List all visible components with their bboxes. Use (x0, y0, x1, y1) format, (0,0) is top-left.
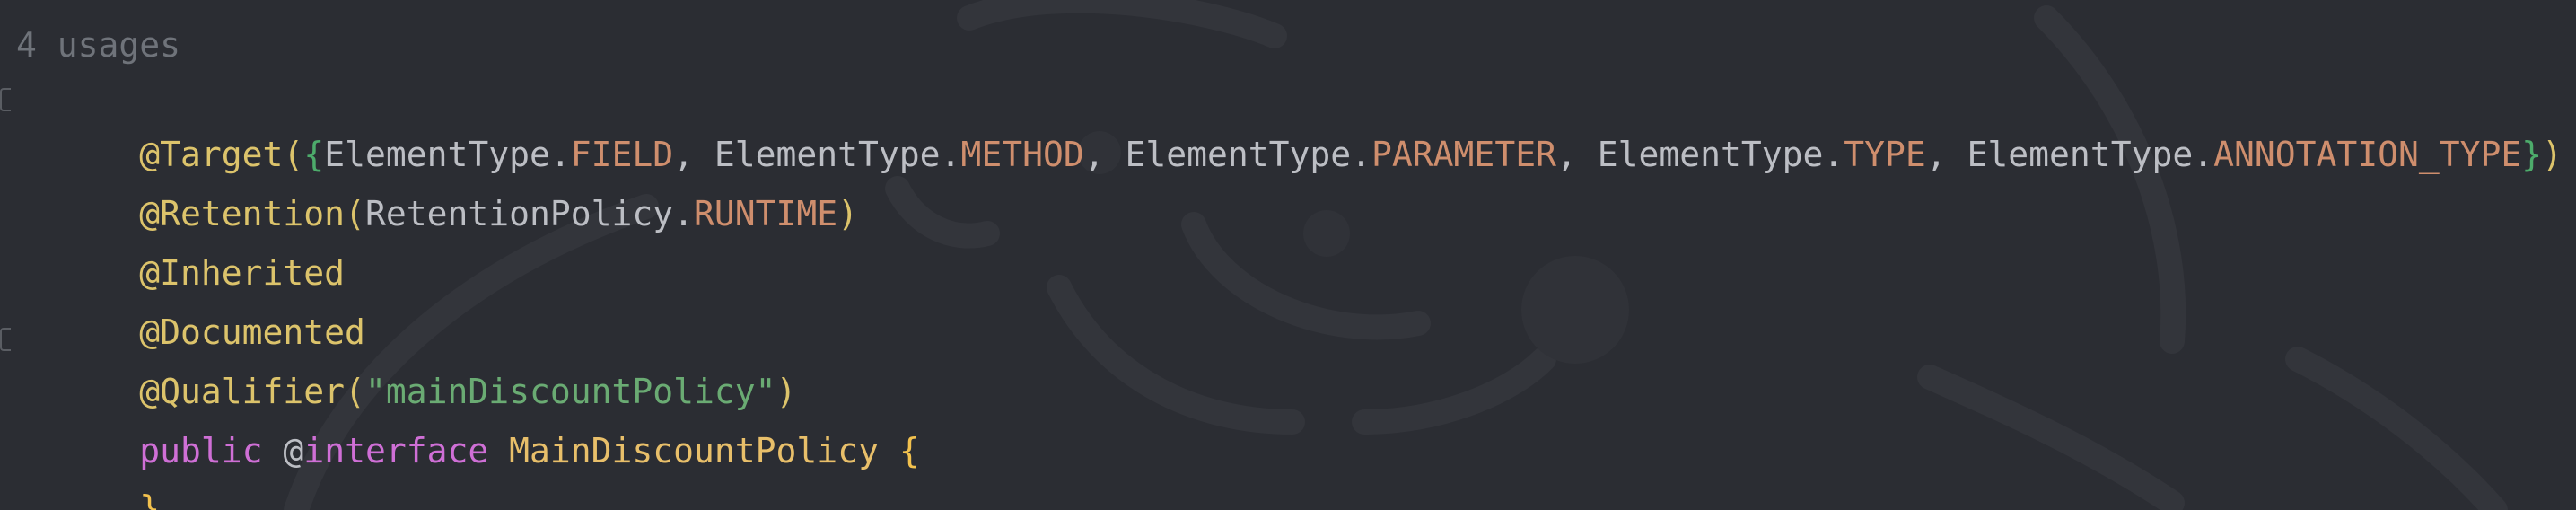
separator: , (1555, 135, 1598, 174)
separator: , (1083, 135, 1126, 174)
type-ref: ElementType. (1125, 135, 1372, 174)
code-line-qualifier: @Qualifier("mainDiscountPolicy") (16, 316, 796, 411)
code-line-declaration: public @interface MainDiscountPolicy { (16, 375, 919, 470)
enum-constant: TYPE (1844, 135, 1926, 174)
fold-marker[interactable] (0, 88, 11, 111)
at-sign: @ (283, 431, 304, 470)
enum-constant: METHOD (960, 135, 1084, 174)
enum-constant: PARAMETER (1371, 135, 1556, 174)
enum-constant: ANNOTATION_TYPE (2213, 135, 2522, 174)
fold-marker[interactable] (0, 328, 11, 351)
type-ref: ElementType. (1967, 135, 2214, 174)
enum-constant: RUNTIME (694, 194, 838, 233)
keyword-interface: interface (303, 431, 489, 470)
code-line-close: } (16, 433, 160, 510)
class-name[interactable]: MainDiscountPolicy (509, 431, 879, 470)
code-line-target: @Target({ElementType.FIELD, ElementType.… (16, 79, 2563, 174)
separator: , (1925, 135, 1967, 174)
code-editor[interactable]: 4 usages @Target({ElementType.FIELD, Ele… (0, 0, 2576, 510)
open-brace: { (898, 431, 920, 470)
code-line-retention: @Retention(RetentionPolicy.RUNTIME) (16, 138, 858, 233)
close-paren: ) (837, 194, 859, 233)
code-line-documented: @Documented (16, 257, 365, 352)
code-line-inherited: @Inherited (16, 198, 345, 293)
type-ref: ElementType. (1597, 135, 1844, 174)
close-brace: } (2521, 135, 2543, 174)
close-paren: ) (2542, 135, 2563, 174)
usages-hint[interactable]: 4 usages (16, 20, 180, 70)
type-ref: RetentionPolicy. (364, 194, 694, 233)
close-brace: } (139, 488, 161, 510)
